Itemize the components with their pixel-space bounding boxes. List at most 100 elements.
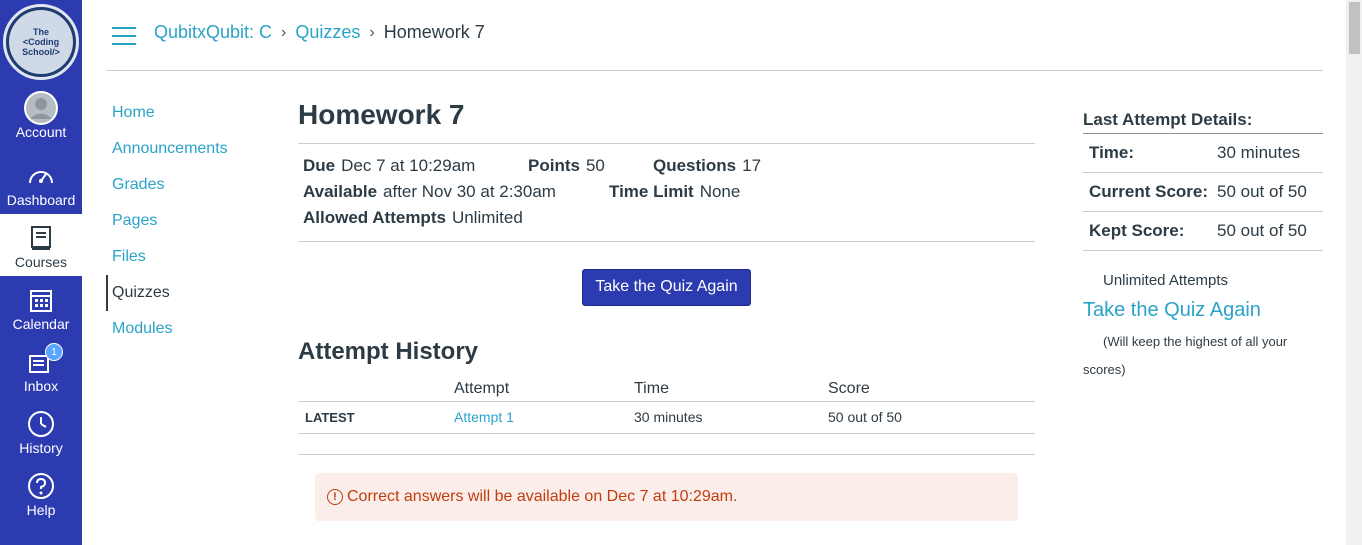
course-nav-announcements[interactable]: Announcements: [106, 131, 266, 167]
nav-label-courses: Courses: [14, 254, 68, 270]
time-limit-label: Time Limit: [609, 182, 694, 201]
keep-highest-note: (Will keep the highest of all your score…: [1083, 334, 1288, 377]
attempt-cell: Attempt 1: [454, 401, 634, 434]
time-limit-value: None: [699, 182, 741, 201]
nav-label-calendar: Calendar: [12, 316, 70, 332]
nav-item-help[interactable]: Help: [0, 462, 82, 524]
divider: [298, 453, 1035, 455]
logo-inner: The <Coding School/>: [9, 10, 73, 74]
due-value: Dec 7 at 10:29am: [341, 156, 476, 175]
last-attempt-time-row: Time: 30 minutes: [1083, 134, 1323, 173]
take-quiz-again-link[interactable]: Take the Quiz Again: [1083, 299, 1323, 322]
allowed-attempts-field: Allowed Attempts Unlimited: [303, 205, 523, 231]
column-header-score: Score: [828, 377, 1035, 402]
questions-label: Questions: [653, 156, 737, 175]
correct-answers-notice: ! Correct answers will be available on D…: [315, 472, 1018, 521]
attempt-score: 50 out of 50: [828, 401, 1035, 434]
allowed-attempts-label: Allowed Attempts: [303, 208, 446, 227]
last-attempt-sidebar: Last Attempt Details: Time: 30 minutes C…: [1083, 108, 1323, 384]
scrollbar[interactable]: [1346, 0, 1362, 545]
time-limit-field: Time Limit None: [609, 179, 740, 205]
unlimited-attempts-text: Unlimited Attempts: [1103, 272, 1229, 289]
due-label: Due: [303, 156, 336, 175]
due-field: Due Dec 7 at 10:29am: [303, 153, 475, 179]
available-field: Available after Nov 30 at 2:30am: [303, 179, 556, 205]
breadcrumb-quizzes[interactable]: Quizzes: [295, 22, 360, 43]
table-header-row: Attempt Time Score: [298, 377, 1035, 402]
notice-text: Correct answers will be available on Dec…: [347, 487, 738, 505]
column-header-attempt: Attempt: [454, 377, 634, 402]
history-clock-icon: [27, 406, 55, 442]
nav-item-courses[interactable]: Courses: [0, 214, 82, 276]
breadcrumb-current: Homework 7: [383, 22, 485, 42]
current-score-value: 50 out of 50: [1217, 182, 1307, 201]
nav-label-help: Help: [26, 502, 56, 518]
dashboard-icon: [27, 158, 55, 194]
last-attempt-heading: Last Attempt Details:: [1083, 108, 1323, 134]
attempt-link[interactable]: Attempt 1: [454, 409, 514, 425]
quiz-details: Due Dec 7 at 10:29am Points 50 Questions 17…: [298, 144, 1035, 242]
nav-label-account: Account: [15, 124, 67, 140]
global-nav: The <Coding School/> Account Dashboard C…: [0, 0, 82, 545]
logo-line-1: The: [32, 27, 49, 37]
course-nav-files[interactable]: Files: [106, 239, 266, 275]
quiz-title: Homework 7: [298, 95, 1035, 144]
available-label: Available: [303, 182, 378, 201]
details-row-3: Allowed Attempts Unlimited: [303, 205, 1030, 231]
nav-label-dashboard: Dashboard: [6, 192, 76, 208]
allowed-attempts-value: Unlimited: [451, 208, 523, 227]
warning-icon: !: [327, 488, 343, 505]
kept-score-key: Kept Score:: [1089, 221, 1185, 240]
course-nav-quizzes[interactable]: Quizzes: [106, 275, 266, 311]
attempt-time: 30 minutes: [634, 401, 828, 434]
nav-item-inbox[interactable]: 1 Inbox: [0, 338, 82, 400]
last-attempt-kept-score-row: Kept Score: 50 out of 50: [1083, 212, 1323, 251]
column-header-tag: [298, 377, 454, 402]
take-quiz-wrap: Take the Quiz Again: [298, 242, 1035, 332]
points-label: Points: [528, 156, 580, 175]
column-header-time: Time: [634, 377, 828, 402]
course-nav-grades[interactable]: Grades: [106, 167, 266, 203]
last-attempt-time-value: 30 minutes: [1217, 143, 1301, 162]
inbox-unread-badge: 1: [45, 343, 63, 361]
scrollbar-thumb[interactable]: [1349, 2, 1360, 54]
course-nav-pages[interactable]: Pages: [106, 203, 266, 239]
logo-line-2: <Coding: [22, 37, 60, 47]
nav-item-calendar[interactable]: Calendar: [0, 276, 82, 338]
take-quiz-again-button[interactable]: Take the Quiz Again: [582, 268, 751, 306]
course-nav: Home Announcements Grades Pages Files Qu…: [106, 95, 266, 347]
course-nav-home[interactable]: Home: [106, 95, 266, 131]
nav-item-account[interactable]: Account: [0, 84, 82, 146]
questions-field: Questions 17: [653, 153, 761, 179]
points-value: 50: [585, 156, 605, 175]
help-icon: [27, 468, 55, 504]
available-value: after Nov 30 at 2:30am: [383, 182, 556, 201]
courses-icon: [30, 220, 52, 256]
nav-item-history[interactable]: History: [0, 400, 82, 462]
course-nav-modules[interactable]: Modules: [106, 311, 266, 347]
nav-item-dashboard[interactable]: Dashboard: [0, 152, 82, 214]
main-content: Homework 7 Due Dec 7 at 10:29am Points 50 …: [298, 95, 1035, 521]
logo-circle: The <Coding School/>: [3, 4, 79, 80]
calendar-icon: [29, 282, 53, 318]
nav-label-history: History: [19, 440, 63, 456]
details-row-1: Due Dec 7 at 10:29am Points 50 Questions 17: [303, 153, 1030, 179]
page-header: QubitxQubit: C › Quizzes › Homework 7: [106, 0, 1323, 71]
attempt-history-title: Attempt History: [298, 338, 479, 365]
points-field: Points 50: [528, 153, 605, 179]
breadcrumb: QubitxQubit: C › Quizzes › Homework 7: [154, 22, 485, 43]
logo-line-3: School/>: [22, 47, 60, 57]
nav-label-inbox: Inbox: [23, 378, 59, 394]
last-attempt-current-score-row: Current Score: 50 out of 50: [1083, 173, 1323, 212]
hamburger-menu-icon[interactable]: [112, 27, 136, 45]
breadcrumb-course[interactable]: QubitxQubit: C: [154, 22, 272, 43]
account-avatar-icon: [23, 90, 59, 126]
table-row: LATEST Attempt 1 30 minutes 50 out of 50: [298, 401, 1035, 434]
kept-score-value: 50 out of 50: [1217, 221, 1307, 240]
school-logo[interactable]: The <Coding School/>: [0, 0, 82, 84]
chevron-right-icon: ›: [369, 23, 375, 41]
questions-value: 17: [742, 156, 762, 175]
chevron-right-icon: ›: [281, 23, 287, 41]
attempt-history-table: Attempt Time Score LATEST Attempt 1 30 m…: [298, 377, 1035, 434]
details-row-2: Available after Nov 30 at 2:30am Time Lim…: [303, 179, 1030, 205]
